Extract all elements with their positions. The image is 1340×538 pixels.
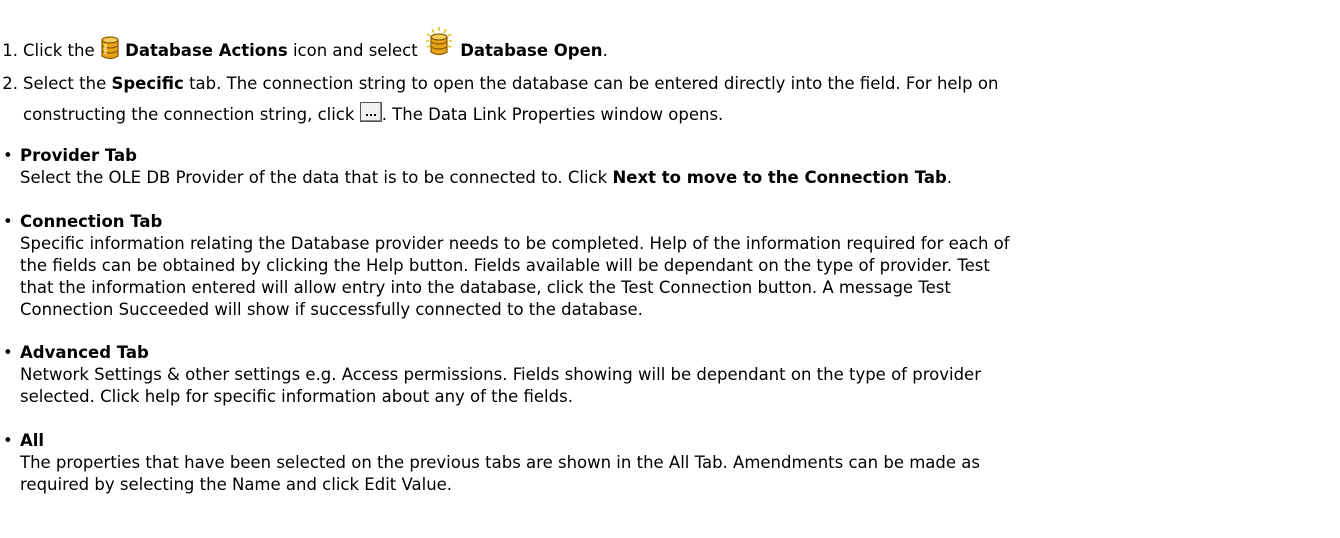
database-actions-label: Database Actions — [125, 41, 288, 60]
database-open-label: Database Open — [460, 41, 603, 60]
step-2-line-2: constructing the connection string, clic… — [23, 102, 723, 128]
step-number: 1. — [2, 41, 18, 60]
specific-tab-label: Specific — [111, 74, 184, 93]
bullet-title: All — [20, 431, 45, 450]
bullet-dot: • — [3, 212, 13, 231]
step-2: 2. Select the Specific tab. The connectio… — [0, 73, 998, 95]
ellipsis-button-icon — [359, 102, 382, 128]
bullet-title: Advanced Tab — [20, 343, 149, 362]
help-page: 1. Click the Database Actions icon and se… — [0, 0, 1340, 538]
step-number: 2. — [2, 74, 18, 93]
bullet-dot: • — [3, 431, 13, 450]
database-actions-icon — [100, 36, 120, 66]
database-open-icon — [423, 26, 455, 64]
bullet-dot: • — [3, 146, 13, 165]
step-text: Click the — [23, 41, 95, 60]
bullet-title: Connection Tab — [20, 212, 163, 231]
bullet-dot: • — [3, 343, 13, 362]
bullet-title: Provider Tab — [20, 146, 137, 165]
step-1: 1. Click the Database Actions icon and se… — [0, 26, 608, 66]
step-text: icon and select — [292, 41, 418, 60]
